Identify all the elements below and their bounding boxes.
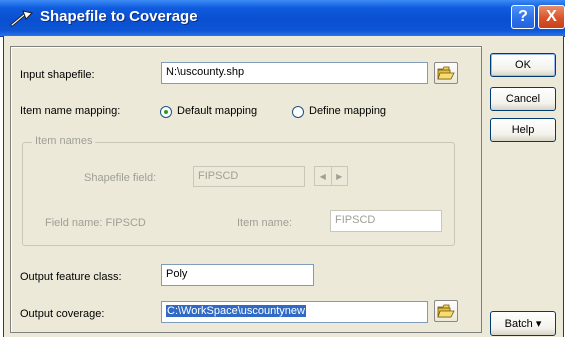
item-name-label: Item name: <box>237 217 293 229</box>
field-name-label: Field name: FIPSCD <box>45 217 146 229</box>
field-spin-control[interactable]: ◀ ▶ <box>314 166 348 186</box>
input-shapefile-label: Input shapefile: <box>20 69 95 81</box>
default-mapping-radio[interactable] <box>160 106 172 118</box>
batch-button[interactable]: Batch ▾ <box>490 311 556 336</box>
next-field-icon[interactable]: ▶ <box>330 167 348 185</box>
output-feature-class-label: Output feature class: <box>20 271 122 283</box>
output-coverage-field[interactable]: C:\WorkSpace\uscountynew <box>161 301 428 323</box>
output-coverage-value: C:\WorkSpace\uscountynew <box>166 305 306 317</box>
shapefile-field-select[interactable]: FIPSCD <box>193 166 305 187</box>
cancel-button[interactable]: Cancel <box>490 87 556 111</box>
window-title: Shapefile to Coverage <box>40 8 198 25</box>
open-folder-icon <box>437 66 455 80</box>
ok-button[interactable]: OK <box>490 53 556 77</box>
item-name-mapping-label: Item name mapping: <box>20 105 121 117</box>
title-bar[interactable]: Shapefile to Coverage ? X <box>0 0 565 37</box>
shapefile-field-label: Shapefile field: <box>84 172 157 184</box>
wrench-arrow-icon <box>10 10 33 27</box>
input-shapefile-field[interactable]: N:\uscounty.shp <box>161 62 428 84</box>
input-browse-button[interactable] <box>434 62 458 84</box>
help-button[interactable]: Help <box>490 118 556 142</box>
close-button[interactable]: X <box>538 5 565 29</box>
output-coverage-label: Output coverage: <box>20 308 105 320</box>
define-mapping-radio[interactable] <box>292 106 304 118</box>
define-mapping-label[interactable]: Define mapping <box>309 105 386 117</box>
item-names-group-title: Item names <box>32 135 96 147</box>
previous-field-icon[interactable]: ◀ <box>315 167 331 185</box>
title-help-button[interactable]: ? <box>511 5 535 29</box>
open-folder-icon <box>437 304 455 318</box>
default-mapping-label[interactable]: Default mapping <box>177 105 257 117</box>
item-name-field[interactable]: FIPSCD <box>330 210 442 232</box>
output-browse-button[interactable] <box>434 300 458 322</box>
output-feature-class-field[interactable]: Poly <box>161 264 314 286</box>
